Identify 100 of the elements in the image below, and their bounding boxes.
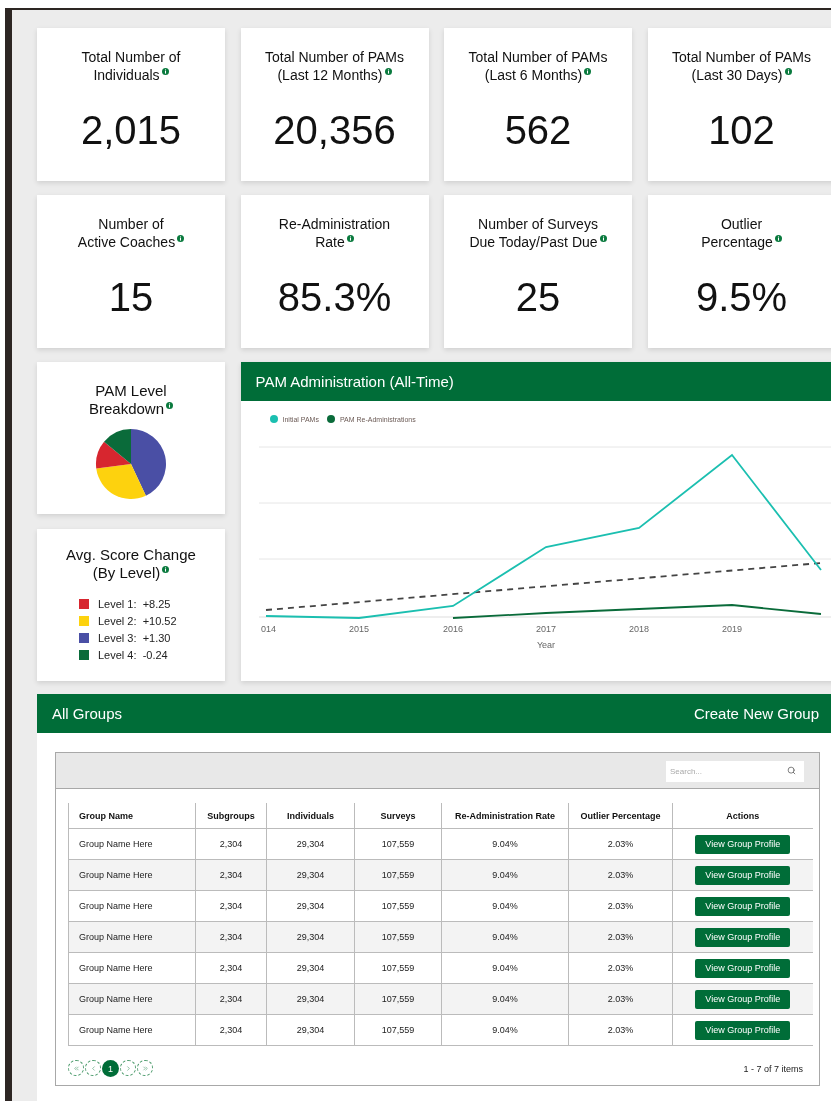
info-icon[interactable] bbox=[162, 566, 170, 573]
stat-value: 20,356 bbox=[273, 108, 396, 152]
stat-value: 85.3% bbox=[277, 275, 392, 319]
stat-value: 15 bbox=[108, 275, 154, 319]
table-cell: 29,304 bbox=[266, 828, 355, 860]
stat-title: Total Number of Individuals bbox=[81, 48, 181, 84]
table-cell: 2.03% bbox=[568, 983, 673, 1015]
table-cell: 9.04% bbox=[441, 921, 569, 953]
view-profile-button[interactable]: View Group Profile bbox=[695, 958, 791, 978]
info-icon[interactable] bbox=[177, 235, 185, 242]
axis-tick-label: 014 bbox=[260, 624, 276, 634]
table-cell: 9.04% bbox=[441, 1014, 569, 1046]
previous-page-icon[interactable] bbox=[85, 1060, 101, 1076]
panel-title: PAM Administration (All-Time) bbox=[255, 373, 454, 390]
last-page-icon[interactable] bbox=[137, 1060, 153, 1076]
table-cell: 9.04% bbox=[441, 859, 569, 891]
table-cell: 2,304 bbox=[195, 890, 267, 922]
table-cell: 107,559 bbox=[354, 890, 442, 922]
view-profile-button[interactable]: View Group Profile bbox=[695, 834, 791, 854]
column-header: Actions bbox=[672, 803, 813, 829]
column-header: Group Name bbox=[68, 803, 196, 829]
stat-value: 9.5% bbox=[695, 275, 788, 319]
table-cell: 2.03% bbox=[568, 952, 673, 984]
stat-title: Total Number of PAMs (Last 12 Months) bbox=[265, 48, 404, 84]
table-cell: Group Name Here bbox=[68, 1014, 196, 1046]
axis-tick-label: 2016 bbox=[442, 624, 463, 634]
info-icon[interactable] bbox=[599, 235, 607, 242]
table-cell: 29,304 bbox=[266, 859, 355, 891]
column-header: Subgroups bbox=[195, 803, 267, 829]
table-cell: 29,304 bbox=[266, 983, 355, 1015]
table-cell: 9.04% bbox=[441, 890, 569, 922]
axis-tick-label: 2015 bbox=[348, 624, 369, 634]
table-cell: 9.04% bbox=[441, 828, 569, 860]
next-page-icon[interactable] bbox=[120, 1060, 136, 1076]
stat-value: 2,015 bbox=[80, 108, 182, 152]
info-icon[interactable] bbox=[384, 68, 392, 75]
axis-title: Year bbox=[536, 640, 555, 650]
table-cell: 9.04% bbox=[441, 983, 569, 1015]
table-cell: Group Name Here bbox=[68, 952, 196, 984]
search-field[interactable]: Search... bbox=[666, 761, 804, 782]
table-cell: 107,559 bbox=[354, 921, 442, 953]
card-title: Avg. Score Change (By Level) bbox=[66, 546, 196, 582]
stat-value: 562 bbox=[504, 108, 572, 152]
page-button[interactable]: 1 bbox=[102, 1060, 119, 1077]
stat-title: Number of Active Coaches bbox=[77, 215, 185, 251]
stat-value: 102 bbox=[708, 108, 775, 152]
table-cell: 2.03% bbox=[568, 828, 673, 860]
table-cell: 107,559 bbox=[354, 983, 442, 1015]
view-profile-button[interactable]: View Group Profile bbox=[695, 896, 791, 916]
view-profile-button[interactable]: View Group Profile bbox=[695, 989, 791, 1009]
column-header: Re-Administration Rate bbox=[441, 803, 569, 829]
column-header: Outlier Percentage bbox=[568, 803, 673, 829]
legend-label: Level 2: +10.52 bbox=[98, 615, 177, 627]
pie-chart-drawing bbox=[95, 428, 167, 500]
table-cell: Group Name Here bbox=[68, 859, 196, 891]
table-cell: Group Name Here bbox=[68, 921, 196, 953]
axis-tick-label: 2018 bbox=[628, 624, 649, 634]
table-cell: 107,559 bbox=[354, 859, 442, 891]
view-profile-button[interactable]: View Group Profile bbox=[695, 865, 791, 885]
table-cell: 9.04% bbox=[441, 952, 569, 984]
create-group-link[interactable]: Create New Group bbox=[693, 705, 819, 722]
stat-title: Re-Administration Rate bbox=[278, 215, 391, 251]
info-icon[interactable] bbox=[784, 68, 792, 75]
table-cell: 107,559 bbox=[354, 952, 442, 984]
column-header: Surveys bbox=[354, 803, 442, 829]
items-summary: 1 - 7 of 7 items bbox=[743, 1063, 803, 1074]
table-cell: 2,304 bbox=[195, 828, 267, 860]
table-cell: 29,304 bbox=[266, 1014, 355, 1046]
section-title: All Groups bbox=[52, 705, 123, 722]
legend-label: Level 4: -0.24 bbox=[98, 649, 168, 661]
axis-tick-label: 2017 bbox=[535, 624, 556, 634]
table-cell: 2.03% bbox=[568, 921, 673, 953]
table-cell: 2,304 bbox=[195, 921, 267, 953]
search-icon[interactable] bbox=[787, 766, 796, 775]
table-cell: 29,304 bbox=[266, 890, 355, 922]
info-icon[interactable] bbox=[161, 68, 169, 75]
table-cell: 2.03% bbox=[568, 890, 673, 922]
first-page-icon[interactable] bbox=[68, 1060, 84, 1076]
table-cell: 107,559 bbox=[354, 1014, 442, 1046]
table-cell: 29,304 bbox=[266, 952, 355, 984]
column-header: Individuals bbox=[266, 803, 355, 829]
table-cell: 2,304 bbox=[195, 859, 267, 891]
table-cell: Group Name Here bbox=[68, 890, 196, 922]
info-icon[interactable] bbox=[774, 235, 782, 242]
table-cell: Group Name Here bbox=[68, 983, 196, 1015]
axis-tick-label: 2019 bbox=[721, 624, 742, 634]
stat-title: Total Number of PAMs (Last 30 Days) bbox=[672, 48, 811, 84]
view-profile-button[interactable]: View Group Profile bbox=[695, 927, 791, 947]
table-cell: 2,304 bbox=[195, 983, 267, 1015]
table-cell: 29,304 bbox=[266, 921, 355, 953]
info-icon[interactable] bbox=[346, 235, 354, 242]
card-title: PAM Level Breakdown bbox=[88, 382, 173, 418]
table-cell: 2,304 bbox=[195, 1014, 267, 1046]
stat-value: 25 bbox=[515, 275, 561, 319]
table-cell: 2.03% bbox=[568, 859, 673, 891]
info-icon[interactable] bbox=[584, 68, 592, 75]
view-profile-button[interactable]: View Group Profile bbox=[695, 1020, 791, 1040]
stat-title: Total Number of PAMs (Last 6 Months) bbox=[468, 48, 608, 84]
info-icon[interactable] bbox=[166, 402, 173, 409]
legend-label: Level 1: +8.25 bbox=[98, 598, 171, 610]
